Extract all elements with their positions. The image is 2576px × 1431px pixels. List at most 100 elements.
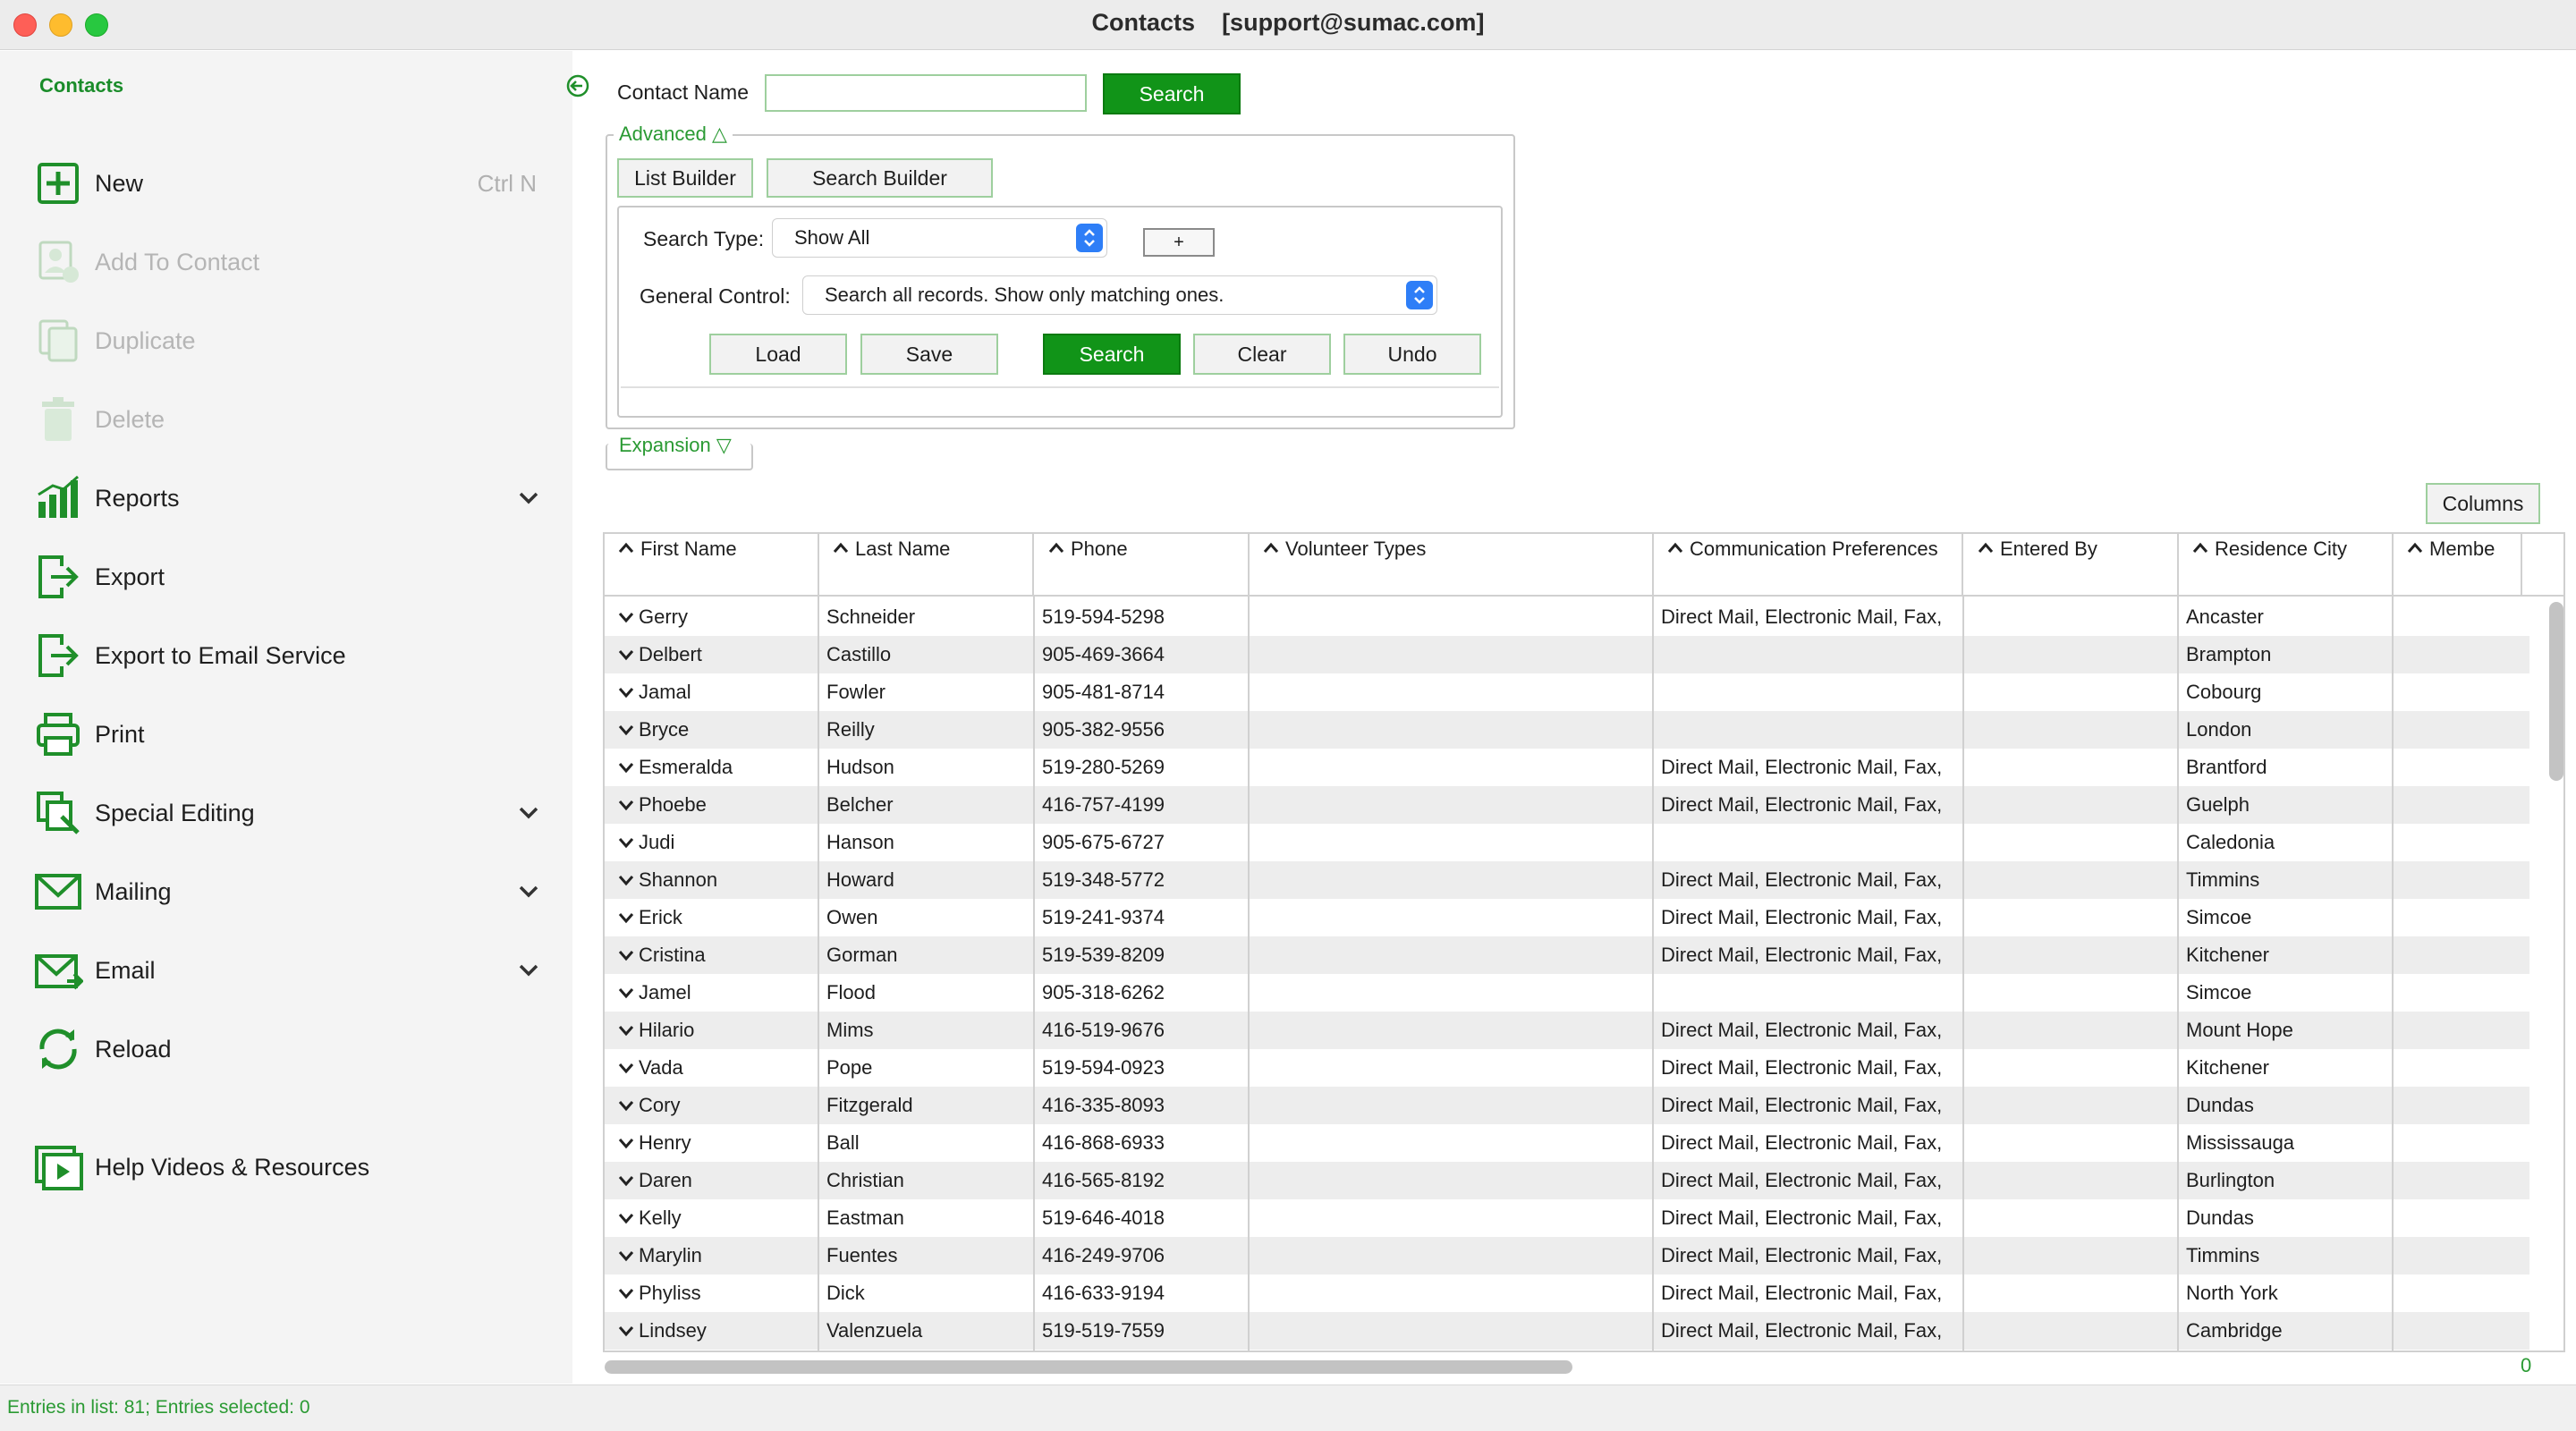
column-header-residence-city[interactable]: Residence City — [2179, 534, 2394, 597]
row-expand-chevron-icon[interactable] — [617, 1172, 635, 1190]
sidebar-item-export[interactable]: Export — [32, 548, 542, 605]
general-control-select[interactable]: Search all records. Show only matching o… — [802, 275, 1437, 315]
horizontal-scrollbar-thumb[interactable] — [605, 1360, 1572, 1374]
table-row[interactable]: Cristina Gorman 519-539-8209 Direct Mail, E… — [605, 936, 2529, 974]
sidebar-item-help-videos[interactable]: Help Videos & Resources — [32, 1139, 542, 1196]
row-expand-chevron-icon[interactable] — [617, 984, 635, 1002]
sidebar-item-duplicate[interactable]: Duplicate — [32, 312, 542, 369]
add-contact-icon — [32, 236, 84, 288]
sort-ascending-icon — [2191, 539, 2211, 559]
table-cell — [1257, 786, 1650, 824]
sidebar-item-export-to-email-service[interactable]: Export to Email Service — [32, 627, 542, 684]
vertical-scrollbar-thumb[interactable] — [2549, 602, 2563, 781]
undo-button[interactable]: Undo — [1343, 334, 1481, 375]
table-row[interactable]: Bryce Reilly 905-382-9556 London — [605, 711, 2529, 749]
load-button[interactable]: Load — [709, 334, 847, 375]
row-expand-chevron-icon[interactable] — [617, 871, 635, 889]
export-email-icon — [32, 630, 84, 682]
row-expand-chevron-icon[interactable] — [617, 608, 635, 626]
chevron-down-icon[interactable] — [515, 878, 542, 905]
table-row[interactable]: Kelly Eastman 519-646-4018 Direct Mail, Ele… — [605, 1199, 2529, 1237]
table-cell — [1257, 1237, 1650, 1274]
table-cell — [1971, 1199, 2175, 1237]
sidebar-item-special-editing[interactable]: Special Editing — [32, 784, 542, 842]
table-row[interactable]: Erick Owen 519-241-9374 Direct Mail, Electr… — [605, 899, 2529, 936]
table-row[interactable]: Gerry Schneider 519-594-5298 Direct Mail, E… — [605, 598, 2529, 636]
row-expand-chevron-icon[interactable] — [617, 758, 635, 776]
sidebar-item-delete[interactable]: Delete — [32, 391, 542, 448]
sidebar-item-add-to-contact[interactable]: Add To Contact — [32, 233, 542, 291]
table-row[interactable]: Esmeralda Hudson 519-280-5269 Direct Mail, … — [605, 749, 2529, 786]
row-expand-chevron-icon[interactable] — [617, 1097, 635, 1114]
table-row[interactable]: Judi Hanson 905-675-6727 Caledonia — [605, 824, 2529, 861]
contact-name-input[interactable] — [765, 74, 1087, 112]
search-builder-button[interactable]: Search Builder — [767, 158, 993, 198]
add-condition-button[interactable]: + — [1143, 228, 1215, 257]
sidebar-item-new[interactable]: New Ctrl N — [32, 155, 542, 212]
table-cell — [1971, 786, 2175, 824]
chevron-down-icon[interactable] — [515, 800, 542, 826]
table-row[interactable]: Daren Christian 416-565-8192 Direct Mail, E… — [605, 1162, 2529, 1199]
sidebar-item-print[interactable]: Print — [32, 706, 542, 763]
row-expand-chevron-icon[interactable] — [617, 1209, 635, 1227]
table-row[interactable]: Lindsey Valenzuela 519-519-7559 Direct Mail… — [605, 1312, 2529, 1350]
table-cell: Fowler — [826, 681, 886, 703]
sidebar-item-mailing[interactable]: Mailing — [32, 863, 542, 920]
collapse-sidebar-icon[interactable] — [565, 73, 590, 98]
sidebar-item-label: Reports — [95, 484, 180, 512]
row-expand-chevron-icon[interactable] — [617, 1247, 635, 1265]
sidebar-item-email[interactable]: Email — [32, 942, 542, 999]
expansion-toggle[interactable]: Expansion ▽ — [614, 434, 737, 457]
column-header-first-name[interactable]: First Name — [605, 534, 819, 597]
row-expand-chevron-icon[interactable] — [617, 1059, 635, 1077]
column-header-volunteer-types[interactable]: Volunteer Types — [1250, 534, 1654, 597]
table-row[interactable]: Vada Pope 519-594-0923 Direct Mail, Electro… — [605, 1049, 2529, 1087]
row-expand-chevron-icon[interactable] — [617, 683, 635, 701]
clear-button[interactable]: Clear — [1193, 334, 1331, 375]
table-row[interactable]: Henry Ball 416-868-6933 Direct Mail, Electr… — [605, 1124, 2529, 1162]
advanced-search-button[interactable]: Search — [1043, 334, 1181, 375]
table-row[interactable]: Phyliss Dick 416-633-9194 Direct Mail, Elec… — [605, 1274, 2529, 1312]
sidebar-item-reload[interactable]: Reload — [32, 1020, 542, 1078]
chevron-down-icon[interactable] — [515, 485, 542, 512]
row-expand-chevron-icon[interactable] — [617, 834, 635, 851]
advanced-toggle[interactable]: Advanced △ — [614, 123, 733, 146]
table-cell: Ball — [826, 1131, 860, 1154]
table-row[interactable]: Shannon Howard 519-348-5772 Direct Mail, El… — [605, 861, 2529, 899]
row-expand-chevron-icon[interactable] — [617, 796, 635, 814]
list-builder-button[interactable]: List Builder — [617, 158, 753, 198]
chevron-down-icon[interactable] — [515, 957, 542, 984]
row-expand-chevron-icon[interactable] — [617, 946, 635, 964]
column-header-communication-preferences[interactable]: Communication Preferences — [1654, 534, 1963, 597]
column-header-membe[interactable]: Membe — [2394, 534, 2522, 597]
row-expand-chevron-icon[interactable] — [617, 646, 635, 664]
table-cell: 416-757-4199 — [1042, 793, 1165, 816]
table-row[interactable]: Delbert Castillo 905-469-3664 Brampton — [605, 636, 2529, 673]
search-button[interactable]: Search — [1103, 73, 1241, 114]
column-header-entered-by[interactable]: Entered By — [1964, 534, 2179, 597]
table-row[interactable]: Cory Fitzgerald 416-335-8093 Direct Mail, E… — [605, 1087, 2529, 1124]
row-expand-chevron-icon[interactable] — [617, 721, 635, 739]
save-button[interactable]: Save — [860, 334, 998, 375]
row-expand-chevron-icon[interactable] — [617, 1284, 635, 1302]
sidebar-item-reports[interactable]: Reports — [32, 470, 542, 527]
sort-ascending-icon — [1977, 539, 1996, 559]
table-row[interactable]: Jamal Fowler 905-481-8714 Cobourg — [605, 673, 2529, 711]
column-header-last-name[interactable]: Last Name — [819, 534, 1034, 597]
table-cell: Kitchener — [2186, 944, 2269, 966]
table-cell: Kelly — [639, 1207, 682, 1229]
row-expand-chevron-icon[interactable] — [617, 1134, 635, 1152]
row-expand-chevron-icon[interactable] — [617, 909, 635, 927]
search-type-select[interactable]: Show All — [772, 218, 1107, 258]
table-cell: Phyliss — [639, 1282, 701, 1304]
table-cell — [1971, 749, 2175, 786]
row-expand-chevron-icon[interactable] — [617, 1322, 635, 1340]
table-row[interactable]: Phoebe Belcher 416-757-4199 Direct Mail, El… — [605, 786, 2529, 824]
columns-button[interactable]: Columns — [2426, 483, 2540, 524]
column-header-phone[interactable]: Phone — [1035, 534, 1250, 597]
table-row[interactable]: Hilario Mims 416-519-9676 Direct Mail, Elec… — [605, 1012, 2529, 1049]
table-cell — [1971, 861, 2175, 899]
row-expand-chevron-icon[interactable] — [617, 1021, 635, 1039]
table-row[interactable]: Jamel Flood 905-318-6262 Simcoe — [605, 974, 2529, 1012]
table-row[interactable]: Marylin Fuentes 416-249-9706 Direct Mail, E… — [605, 1237, 2529, 1274]
